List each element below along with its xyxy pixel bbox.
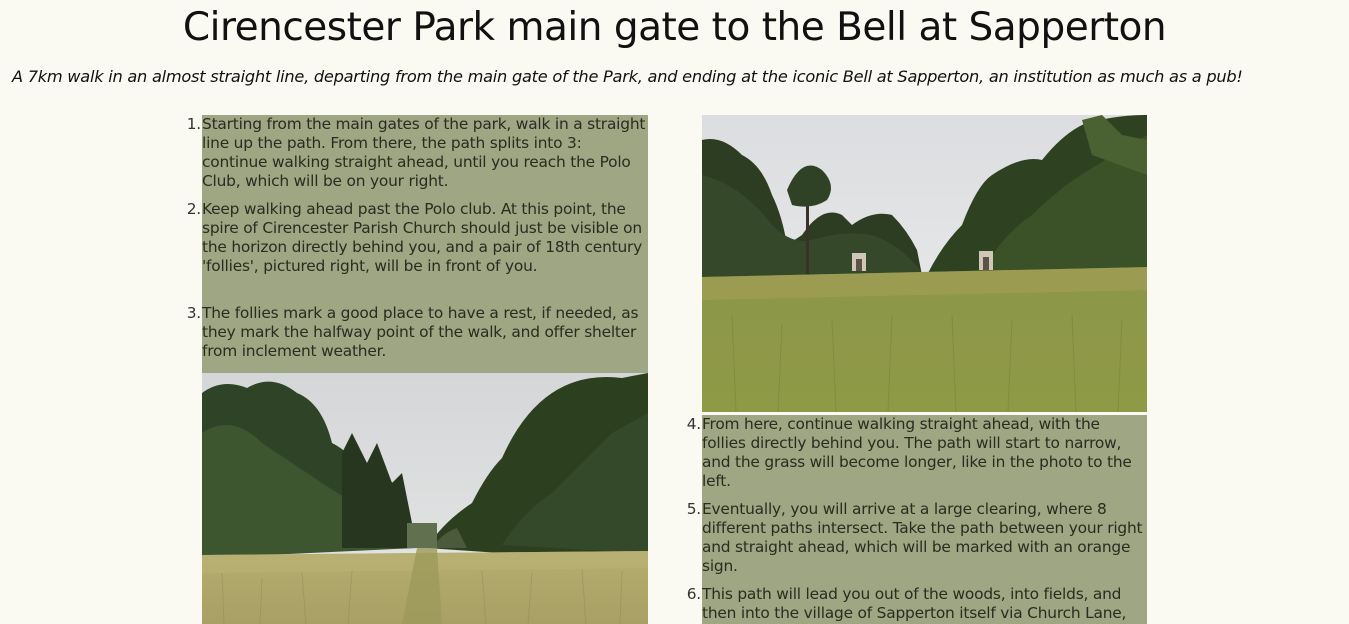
step-number: 3. <box>181 304 201 323</box>
step-gap <box>702 491 1147 500</box>
page: Cirencester Park main gate to the Bell a… <box>0 0 1349 624</box>
photo-grass-path <box>202 373 648 624</box>
step-number: 4. <box>681 415 701 434</box>
step-text: This path will lead you out of the woods… <box>702 585 1127 622</box>
step-text: From here, continue walking straight ahe… <box>702 415 1132 490</box>
step-item-5: 5. Eventually, you will arrive at a larg… <box>681 500 1147 576</box>
page-subtitle: A 7km walk in an almost straight line, d… <box>12 67 1243 86</box>
steps-list-left: 1. Starting from the main gates of the p… <box>176 115 648 373</box>
step-item-4: 4. From here, continue walking straight … <box>681 415 1147 491</box>
step-item-2: 2. Keep walking ahead past the Polo club… <box>181 200 648 295</box>
step-number: 2. <box>181 200 201 219</box>
page-title: Cirencester Park main gate to the Bell a… <box>182 5 1167 50</box>
steps-list-right: 4. From here, continue walking straight … <box>676 415 1147 624</box>
step-number: 1. <box>181 115 201 134</box>
step-gap <box>702 576 1147 585</box>
step-item-1: 1. Starting from the main gates of the p… <box>181 115 648 191</box>
step-text: Eventually, you will arrive at a large c… <box>702 500 1143 575</box>
step-text: Keep walking ahead past the Polo club. A… <box>202 200 643 275</box>
step-gap <box>202 295 648 304</box>
step-gap <box>202 191 648 200</box>
step-text: The follies mark a good place to have a … <box>202 304 639 360</box>
step-item-3: 3. The follies mark a good place to have… <box>181 304 648 373</box>
step-item-6: 6. This path will lead you out of the wo… <box>681 585 1147 624</box>
step-number: 5. <box>681 500 701 519</box>
photo-follies <box>702 115 1147 412</box>
step-text: Starting from the main gates of the park… <box>202 115 646 190</box>
step-number: 6. <box>681 585 701 604</box>
